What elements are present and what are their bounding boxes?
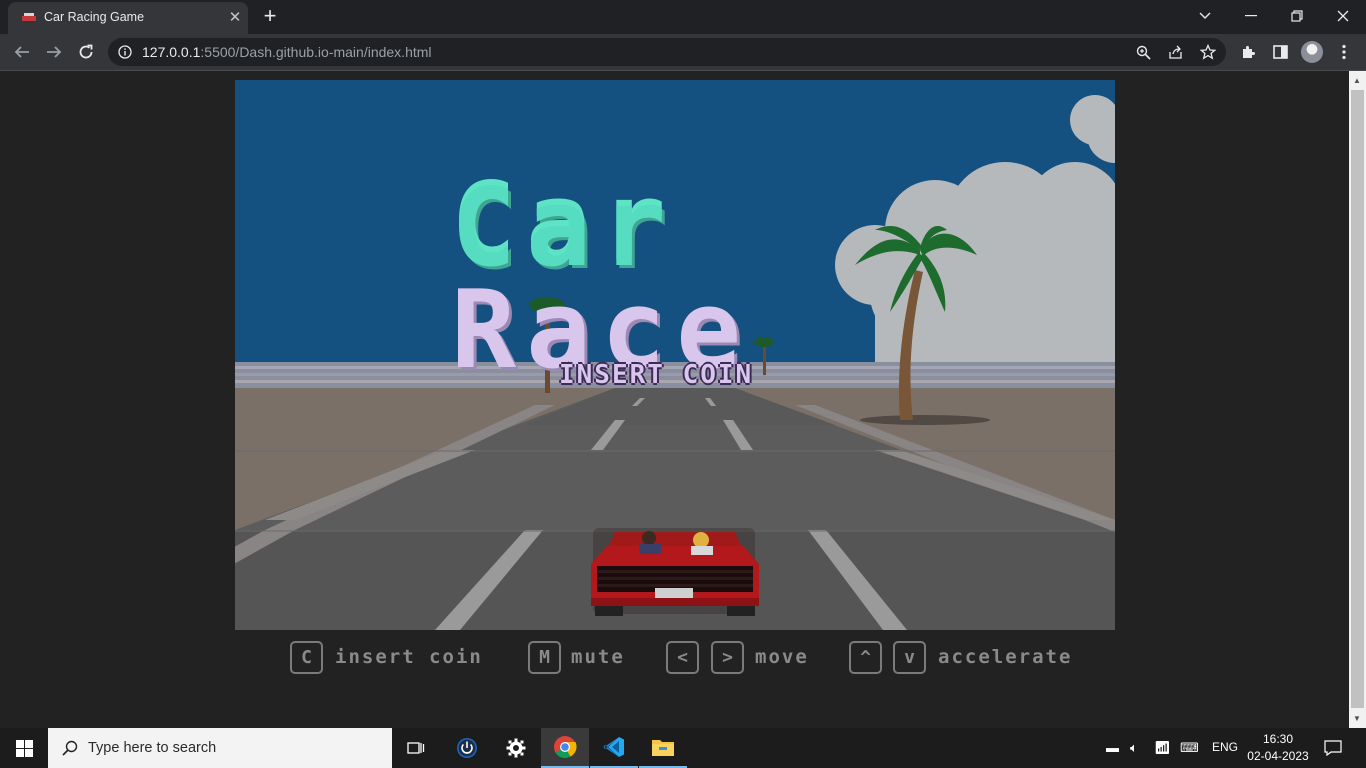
- language-indicator[interactable]: ENG: [1212, 740, 1238, 754]
- insert-coin-prompt: INSERT COIN: [559, 360, 754, 390]
- mute-label: mute: [571, 646, 625, 668]
- key-left-arrow[interactable]: <: [666, 641, 699, 674]
- controls-help: C insert coin M mute < > move ^ v accele…: [0, 640, 1349, 676]
- bookmark-star-icon[interactable]: [1200, 44, 1216, 60]
- chrome-icon: [554, 736, 577, 758]
- wifi-icon[interactable]: 📶︎: [1154, 740, 1171, 756]
- restore-button[interactable]: [1274, 0, 1320, 32]
- power-icon: [457, 738, 477, 758]
- side-panel-icon[interactable]: [1268, 40, 1292, 64]
- clock-date: 02-04-2023: [1247, 749, 1309, 763]
- address-bar[interactable]: 127.0.0.1:5500/Dash.github.io-main/index…: [108, 38, 1226, 66]
- notification-center-button[interactable]: [1310, 728, 1356, 768]
- reload-button[interactable]: [74, 40, 98, 64]
- folder-icon: [652, 740, 674, 756]
- scrollbar-thumb[interactable]: [1351, 90, 1364, 708]
- windows-logo-icon: [15, 739, 33, 757]
- taskbar-search-box[interactable]: Type here to search: [48, 728, 392, 768]
- file-explorer-button[interactable]: [639, 728, 687, 768]
- key-down-arrow[interactable]: v: [893, 641, 926, 674]
- vscode-icon: [603, 737, 624, 757]
- key-c-insert-coin[interactable]: C: [290, 641, 323, 674]
- game-canvas[interactable]: Car Race INSERT COIN: [235, 80, 1115, 630]
- tab-title: Car Racing Game: [44, 10, 145, 24]
- search-icon: [62, 740, 78, 756]
- new-tab-button[interactable]: +: [258, 5, 282, 28]
- start-button[interactable]: [0, 728, 48, 768]
- share-icon[interactable]: [1168, 45, 1183, 60]
- scroll-down-arrow-icon[interactable]: ▼: [1353, 714, 1361, 723]
- browser-tab[interactable]: Car Racing Game ✕: [8, 2, 248, 34]
- tab-strip: Car Racing Game ✕ +: [0, 0, 1366, 34]
- move-label: move: [755, 646, 809, 668]
- car-favicon-icon: [22, 13, 36, 23]
- back-button[interactable]: [10, 40, 34, 64]
- system-clock[interactable]: 16:30 02-04-2023: [1246, 731, 1310, 765]
- forward-button[interactable]: [42, 40, 66, 64]
- gear-icon: [506, 738, 526, 758]
- insert-coin-label: insert coin: [335, 646, 483, 668]
- accelerate-label: accelerate: [938, 646, 1073, 668]
- key-up-arrow[interactable]: ^: [849, 641, 882, 674]
- chrome-taskbar-button[interactable]: [541, 728, 589, 768]
- minimize-button[interactable]: [1228, 0, 1274, 32]
- power-app-button[interactable]: [443, 728, 491, 768]
- player-car: [591, 528, 759, 616]
- site-info-icon[interactable]: [118, 45, 132, 59]
- close-tab-icon[interactable]: ✕: [226, 9, 244, 27]
- key-m-mute[interactable]: M: [528, 641, 561, 674]
- search-placeholder: Type here to search: [88, 740, 217, 756]
- close-window-button[interactable]: [1320, 0, 1366, 32]
- profile-avatar[interactable]: [1301, 41, 1323, 63]
- url-path: :5500/Dash.github.io-main/index.html: [200, 44, 432, 60]
- windows-taskbar: Type here to search ▬ 🔈︎ 📶︎ ⌨︎ ENG 16:30…: [0, 728, 1366, 768]
- vscode-taskbar-button[interactable]: [590, 728, 638, 768]
- url-host: 127.0.0.1: [142, 44, 201, 60]
- scroll-up-arrow-icon[interactable]: ▲: [1353, 76, 1361, 85]
- clock-time: 16:30: [1262, 732, 1294, 746]
- task-view-icon: [407, 742, 425, 754]
- volume-icon[interactable]: 🔈︎: [1130, 740, 1138, 756]
- settings-button[interactable]: [492, 728, 540, 768]
- zoom-icon[interactable]: [1136, 45, 1151, 60]
- task-view-button[interactable]: [392, 728, 440, 768]
- browser-toolbar: 127.0.0.1:5500/Dash.github.io-main/index…: [0, 34, 1366, 70]
- battery-icon[interactable]: ▬: [1106, 740, 1119, 755]
- extensions-puzzle-icon[interactable]: [1236, 40, 1260, 64]
- notification-icon: [1324, 740, 1342, 756]
- keyboard-icon[interactable]: ⌨︎: [1180, 740, 1199, 756]
- key-right-arrow[interactable]: >: [711, 641, 744, 674]
- vertical-scrollbar[interactable]: ▲ ▼: [1349, 71, 1366, 728]
- menu-kebab-icon[interactable]: [1332, 40, 1356, 64]
- tab-search-chevron-icon[interactable]: [1182, 0, 1228, 32]
